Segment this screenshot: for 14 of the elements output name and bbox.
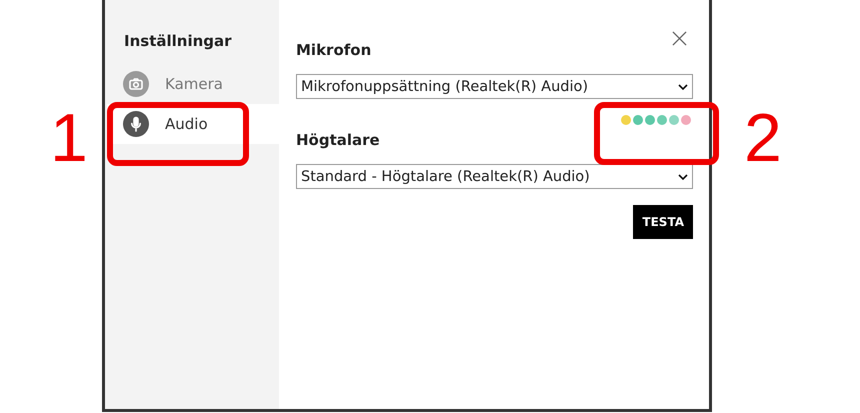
test-button[interactable]: TESTA — [633, 205, 693, 239]
close-icon[interactable] — [672, 31, 687, 46]
sidebar-title: Inställningar — [123, 32, 233, 50]
section-label: Högtalare — [296, 131, 381, 149]
annotation-number: 1 — [50, 104, 88, 172]
section-label: Mikrofon — [296, 41, 372, 59]
sidebar-item[interactable]: Kamera — [107, 64, 279, 104]
caret-icon — [678, 174, 688, 180]
caret-icon — [678, 84, 688, 90]
microphone-dropdown[interactable]: Mikrofonuppsättning (Realtek(R) Audio) — [296, 74, 693, 99]
microphone-icon — [123, 111, 149, 137]
annotation-number: 2 — [744, 104, 782, 172]
camera-icon — [123, 71, 149, 97]
speaker-dropdown[interactable]: Standard - Högtalare (Realtek(R) Audio) — [296, 164, 693, 189]
